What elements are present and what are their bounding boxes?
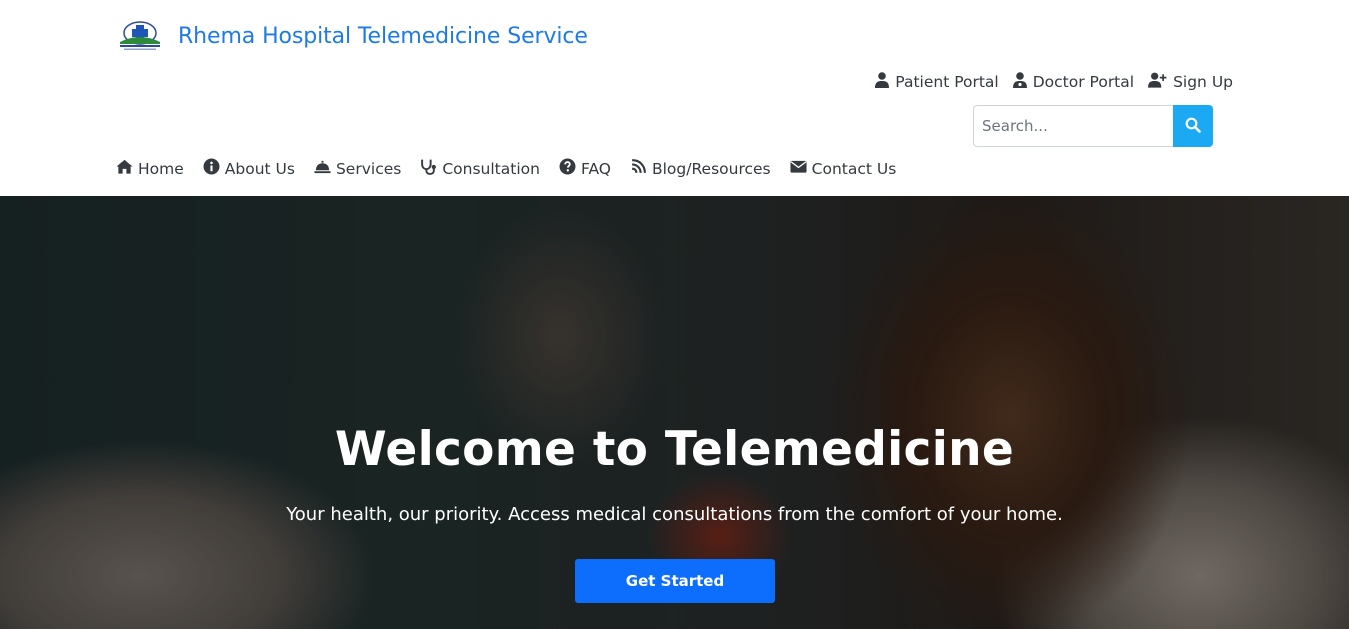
nav-item-home[interactable]: Home	[116, 158, 184, 179]
doctor-portal-link[interactable]: Doctor Portal	[1012, 72, 1135, 92]
stethoscope-icon	[420, 158, 437, 179]
search-form	[973, 105, 1213, 147]
portal-links: Patient Portal Doctor Portal Sign Up	[875, 72, 1233, 92]
sign-up-link[interactable]: Sign Up	[1148, 72, 1233, 92]
search-button[interactable]	[1173, 105, 1213, 147]
patient-portal-link[interactable]: Patient Portal	[875, 72, 999, 92]
home-icon	[116, 158, 133, 179]
sign-up-label: Sign Up	[1173, 73, 1233, 91]
nav-item-label: FAQ	[580, 159, 611, 178]
user-icon	[875, 72, 890, 92]
nav-item-consultation[interactable]: Consultation	[420, 158, 540, 179]
brand[interactable]: Rhema Hospital Telemedicine Service	[116, 20, 588, 52]
site-title[interactable]: Rhema Hospital Telemedicine Service	[178, 24, 588, 49]
nav-item-blog-resources[interactable]: Blog/Resources	[630, 158, 771, 179]
doctor-portal-label: Doctor Portal	[1032, 73, 1135, 91]
nav-item-label: Home	[138, 159, 184, 178]
nav-item-label: About Us	[224, 159, 295, 178]
hospital-logo	[116, 20, 164, 52]
nav-item-faq[interactable]: FAQ	[559, 158, 611, 179]
blog-icon	[630, 158, 647, 179]
nav-item-label: Contact Us	[811, 159, 897, 178]
search-input[interactable]	[973, 105, 1173, 147]
user-doctor-icon	[1012, 72, 1027, 92]
patient-portal-label: Patient Portal	[895, 73, 999, 91]
nav-item-label: Services	[335, 159, 402, 178]
nav-item-services[interactable]: Services	[314, 158, 401, 179]
nav-item-about-us[interactable]: About Us	[203, 158, 295, 179]
envelope-icon	[790, 158, 807, 179]
bell-concierge-icon	[314, 158, 331, 179]
nav-item-label: Blog/Resources	[651, 159, 771, 178]
main-nav: Home About Us Services Consultation FAQ	[116, 158, 896, 179]
site-header: Rhema Hospital Telemedicine Service Pati…	[0, 0, 1349, 196]
nav-item-label: Consultation	[442, 159, 540, 178]
hero-title: Welcome to Telemedicine	[334, 422, 1015, 477]
question-circle-icon	[559, 158, 576, 179]
info-circle-icon	[203, 158, 220, 179]
user-plus-icon	[1148, 72, 1167, 92]
get-started-button[interactable]: Get Started	[575, 559, 775, 603]
hero-banner: Welcome to Telemedicine Your health, our…	[0, 196, 1349, 629]
search-icon	[1185, 117, 1201, 136]
nav-item-contact-us[interactable]: Contact Us	[790, 158, 897, 179]
hero-subtitle: Your health, our priority. Access medica…	[286, 504, 1063, 525]
